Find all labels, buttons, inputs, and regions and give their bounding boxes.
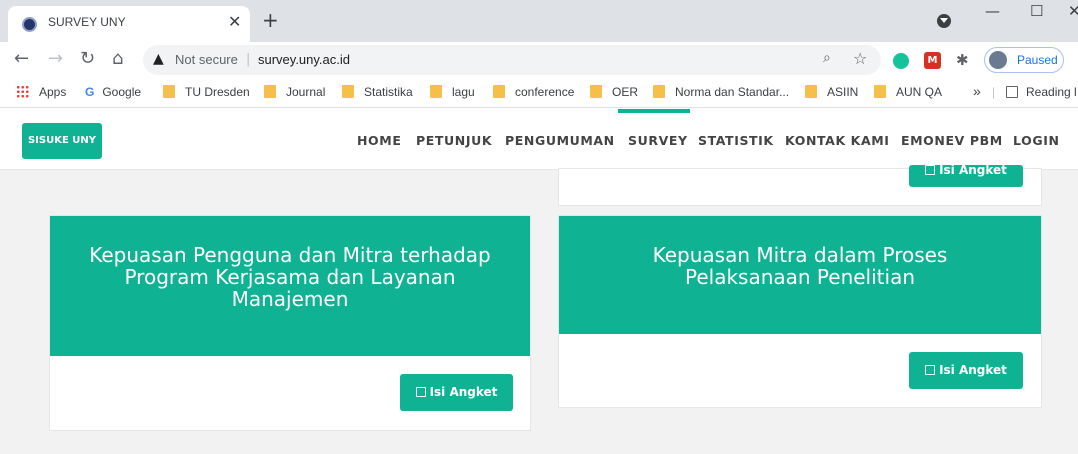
folder-icon	[163, 85, 175, 98]
isi-angket-button[interactable]: Isi Angket	[909, 165, 1023, 187]
site-navbar: SISUKE UNY HOME PETUNJUK PENGUMUMAN SURV…	[0, 109, 1078, 170]
bookmark-label: Norma dan Standar...	[675, 85, 790, 99]
bookmark-statistika[interactable]: Statistika	[342, 85, 413, 99]
survey-card: Kepuasan Pengguna dan Mitra terhadap Pro…	[49, 215, 531, 431]
nav-petunjuk[interactable]: PETUNJUK	[416, 133, 492, 148]
button-label: Isi Angket	[939, 363, 1007, 377]
button-label: Isi Angket	[429, 385, 498, 399]
browser-tab[interactable]: SURVEY UNY ✕	[8, 6, 250, 42]
card-title-text: Kepuasan Pengguna dan Mitra terhadap Pro…	[89, 243, 491, 311]
bookmarks-bar: Apps G Google TU Dresden Journal Statisti…	[0, 78, 1078, 108]
bookmarks-divider: |	[992, 85, 996, 99]
nav-pengumuman[interactable]: PENGUMUMAN	[505, 133, 615, 148]
browser-toolbar: ← → ↻ ⌂ ▲ Not secure | survey.uny.ac.id …	[0, 42, 1078, 78]
bookmark-tu-dresden[interactable]: TU Dresden	[163, 85, 250, 99]
folder-icon	[805, 85, 817, 98]
folder-icon	[874, 85, 886, 98]
address-separator: |	[246, 52, 251, 67]
edit-icon	[925, 165, 936, 175]
nav-survey[interactable]: SURVEY	[628, 133, 688, 148]
card-title: Kepuasan Pengguna dan Mitra terhadap Pro…	[50, 216, 530, 356]
survey-card-partial: Isi Angket	[558, 165, 1042, 206]
site-favicon-icon	[22, 17, 37, 32]
bookmark-aun-qa[interactable]: AUN QA	[874, 85, 942, 99]
reading-list-label: Reading l	[1026, 85, 1077, 99]
warning-icon: ▲	[153, 51, 164, 67]
nav-kontak-kami[interactable]: KONTAK KAMI	[785, 133, 890, 148]
folder-icon	[430, 85, 442, 98]
back-arrow-icon[interactable]: ←	[14, 49, 29, 69]
new-tab-button[interactable]: +	[262, 10, 279, 30]
nav-login[interactable]: LOGIN	[1013, 133, 1060, 148]
bookmark-label: ASIIN	[827, 85, 859, 99]
bookmark-conference[interactable]: conference	[493, 85, 574, 99]
tab-title: SURVEY UNY	[48, 15, 126, 29]
close-window-button[interactable]: ✕	[1068, 2, 1078, 20]
security-label[interactable]: Not secure	[175, 52, 238, 67]
folder-icon	[590, 85, 602, 98]
nav-home[interactable]: HOME	[357, 133, 401, 148]
minimize-button[interactable]: —	[985, 2, 1000, 20]
bookmark-star-icon[interactable]: ☆	[853, 49, 867, 68]
grammarly-extension-icon[interactable]	[893, 53, 909, 69]
bookmark-label: AUN QA	[896, 85, 943, 99]
folder-icon	[653, 85, 665, 98]
survey-card-grid: Isi Angket Kepuasan Pengguna dan Mitra t…	[0, 165, 1078, 454]
bookmark-label: Journal	[286, 85, 326, 99]
button-label: Isi Angket	[939, 165, 1007, 177]
isi-angket-button[interactable]: Isi Angket	[400, 374, 513, 411]
browser-tab-strip: SURVEY UNY ✕ + — ☐ ✕	[0, 0, 1078, 42]
bookmark-label: conference	[515, 85, 575, 99]
edit-icon	[415, 387, 426, 397]
close-tab-icon[interactable]: ✕	[228, 12, 241, 31]
address-bar[interactable]: ▲ Not secure | survey.uny.ac.id ⌕ ☆	[143, 45, 881, 75]
maximize-button[interactable]: ☐	[1030, 2, 1043, 20]
brand-logo-button[interactable]: SISUKE UNY	[22, 123, 102, 159]
profile-button[interactable]: Paused	[984, 47, 1064, 73]
bookmarks-overflow-button[interactable]: »	[973, 83, 981, 99]
nav-statistik[interactable]: STATISTIK	[698, 133, 774, 148]
home-icon[interactable]: ⌂	[112, 49, 123, 69]
bookmark-google[interactable]: G Google	[85, 85, 141, 99]
forward-arrow-icon[interactable]: →	[48, 49, 63, 69]
folder-icon	[342, 85, 354, 98]
card-title: Kepuasan Mitra dalam Proses Pelaksanaan …	[559, 216, 1041, 334]
card-title-text: Kepuasan Mitra dalam Proses Pelaksanaan …	[652, 243, 948, 289]
google-icon: G	[85, 85, 95, 99]
folder-icon	[493, 85, 505, 98]
reload-icon[interactable]: ↻	[80, 49, 95, 69]
zoom-icon[interactable]: ⌕	[823, 50, 831, 66]
apps-grid-icon	[16, 85, 29, 98]
nav-emonev-pbm[interactable]: EMONEV PBM	[901, 133, 1003, 148]
edit-icon	[925, 365, 936, 375]
bookmark-label: OER	[612, 85, 639, 99]
tab-search-icon[interactable]	[937, 14, 951, 28]
survey-card: Kepuasan Mitra dalam Proses Pelaksanaan …	[558, 215, 1042, 408]
bookmark-label: Google	[102, 85, 142, 99]
bookmark-norma[interactable]: Norma dan Standar...	[653, 85, 789, 99]
bookmark-apps[interactable]: Apps	[16, 85, 66, 99]
bookmark-label: Statistika	[364, 85, 413, 99]
bookmark-oer[interactable]: OER	[590, 85, 638, 99]
reading-list-icon	[1006, 86, 1018, 98]
url-text[interactable]: survey.uny.ac.id	[258, 52, 350, 67]
avatar	[989, 51, 1007, 69]
bookmark-journal[interactable]: Journal	[264, 85, 325, 99]
bookmark-label: Apps	[39, 85, 67, 99]
isi-angket-button[interactable]: Isi Angket	[909, 352, 1023, 389]
mendeley-extension-icon[interactable]: M	[924, 52, 941, 69]
profile-status: Paused	[1017, 53, 1058, 67]
bookmark-label: lagu	[452, 85, 475, 99]
extensions-puzzle-icon[interactable]: ✱	[956, 51, 969, 69]
bookmark-label: TU Dresden	[185, 85, 250, 99]
reading-list-button[interactable]: Reading l	[1006, 85, 1077, 99]
bookmark-lagu[interactable]: lagu	[430, 85, 475, 99]
active-nav-indicator	[618, 109, 690, 113]
folder-icon	[264, 85, 276, 98]
bookmark-asiin[interactable]: ASIIN	[805, 85, 858, 99]
